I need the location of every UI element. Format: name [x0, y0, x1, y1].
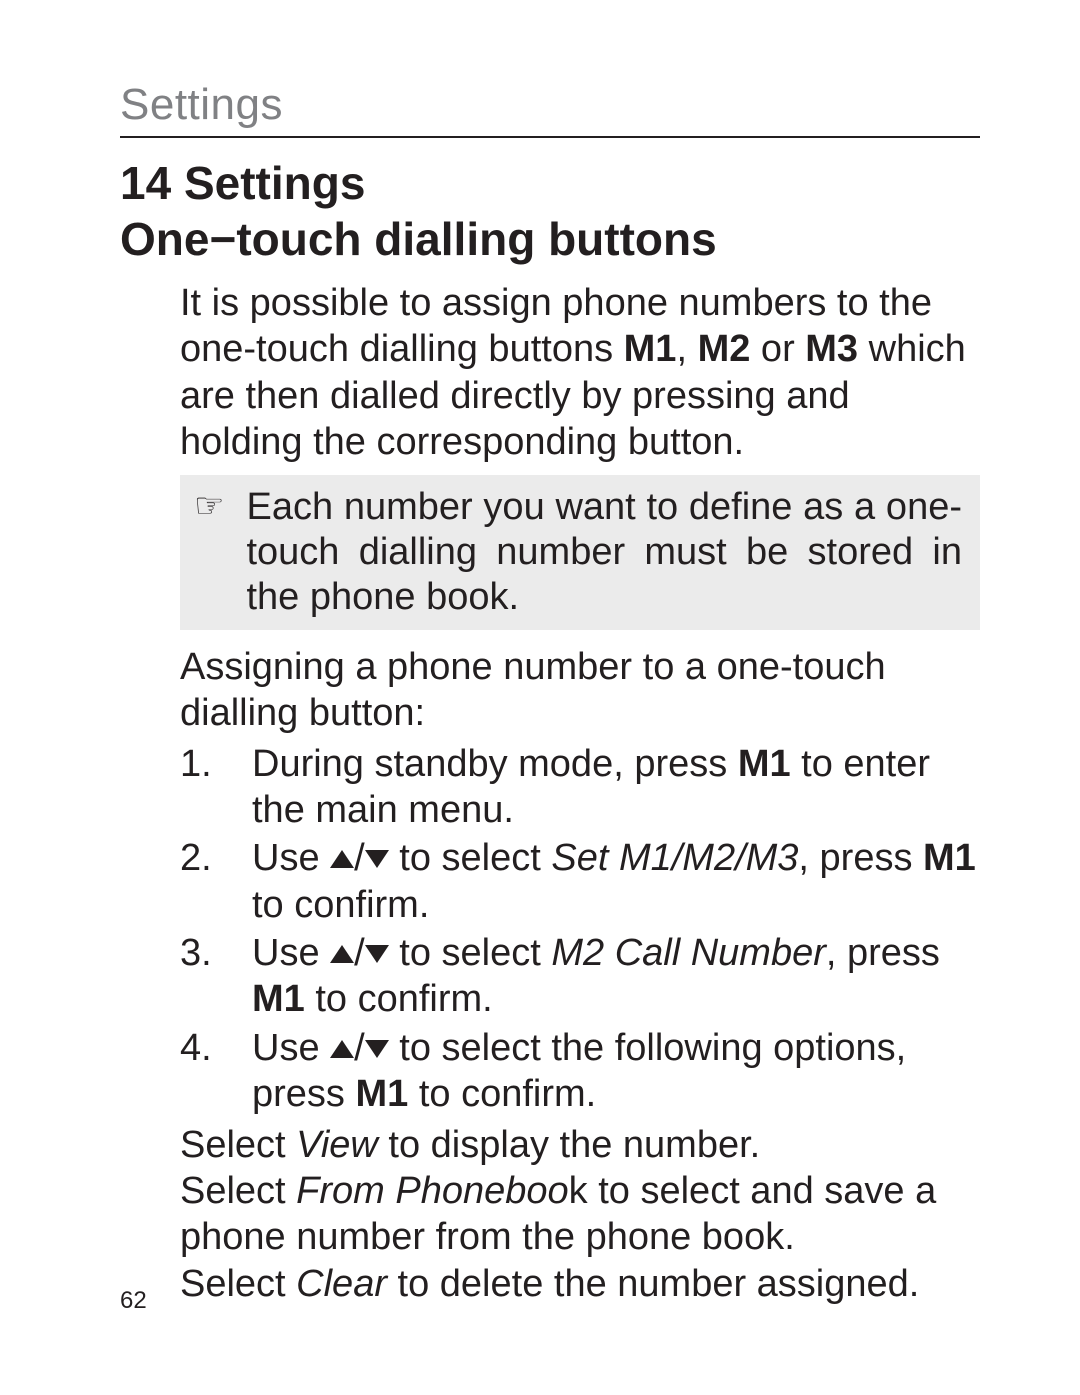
pointing-hand-icon: ☞	[190, 485, 246, 523]
text: Select	[180, 1263, 296, 1305]
option-view: View	[296, 1124, 378, 1166]
step-item: Use / to select the following options, p…	[180, 1025, 980, 1118]
down-arrow-icon	[365, 850, 389, 868]
body: It is possible to assign phone numbers t…	[180, 280, 980, 1307]
text: /	[354, 932, 365, 974]
text: , press	[798, 837, 923, 879]
text: Select	[180, 1170, 296, 1212]
text: Use	[252, 1027, 330, 1069]
manual-page: Settings 14 Settings One−touch dialling …	[0, 0, 1080, 1395]
down-arrow-icon	[365, 945, 389, 963]
text: to confirm.	[252, 884, 429, 926]
menu-option: M2 Call Number	[551, 932, 826, 974]
text: , press	[826, 932, 940, 974]
text: to confirm.	[305, 978, 493, 1020]
up-arrow-icon	[330, 1040, 354, 1058]
text: to select	[389, 932, 552, 974]
key-m1: M1	[252, 978, 305, 1020]
procedure-lead: Assigning a phone number to a one-touch …	[180, 644, 980, 737]
menu-option: Set M1/M2/M3	[551, 837, 798, 879]
key-m1: M1	[923, 837, 976, 879]
text: to delete the number assigned.	[387, 1263, 919, 1305]
key-m2: M2	[698, 328, 751, 370]
up-arrow-icon	[330, 850, 354, 868]
page-number: 62	[120, 1287, 147, 1315]
text: /	[354, 837, 365, 879]
text: Use	[252, 932, 330, 974]
up-arrow-icon	[330, 945, 354, 963]
chapter-title: 14 Settings	[120, 156, 980, 210]
select-line: Select View to display the number.	[180, 1122, 980, 1168]
text: Use	[252, 837, 330, 879]
step-list: During standby mode, press M1 to enter t…	[180, 741, 980, 1118]
note-text: Each number you want to define as a one-…	[246, 485, 962, 619]
key-m1: M1	[624, 328, 677, 370]
text: Select	[180, 1124, 296, 1166]
intro-paragraph: It is possible to assign phone numbers t…	[180, 280, 980, 465]
option-from-phonebook: From Phoneboo	[296, 1170, 569, 1212]
running-header: Settings	[120, 80, 980, 138]
step-item: During standby mode, press M1 to enter t…	[180, 741, 980, 834]
select-line: Select Clear to delete the number assign…	[180, 1261, 980, 1307]
select-line: Select From Phonebook to select and save…	[180, 1168, 980, 1261]
text: /	[354, 1027, 365, 1069]
text: to select	[389, 837, 552, 879]
text: ,	[676, 328, 697, 370]
option-clear: Clear	[296, 1263, 387, 1305]
section-title: One−touch dialling buttons	[120, 212, 980, 266]
text: to display the number.	[378, 1124, 760, 1166]
text: During standby mode, press	[252, 743, 738, 785]
key-m3: M3	[805, 328, 858, 370]
step-item: Use / to select M2 Call Number, press M1…	[180, 930, 980, 1023]
select-options: Select View to display the number. Selec…	[180, 1122, 980, 1307]
key-m1: M1	[355, 1073, 408, 1115]
note-box: ☞ Each number you want to define as a on…	[180, 475, 980, 629]
down-arrow-icon	[365, 1040, 389, 1058]
key-m1: M1	[738, 743, 791, 785]
text: to confirm.	[408, 1073, 596, 1115]
text: or	[750, 328, 805, 370]
step-item: Use / to select Set M1/M2/M3, press M1 t…	[180, 835, 980, 928]
